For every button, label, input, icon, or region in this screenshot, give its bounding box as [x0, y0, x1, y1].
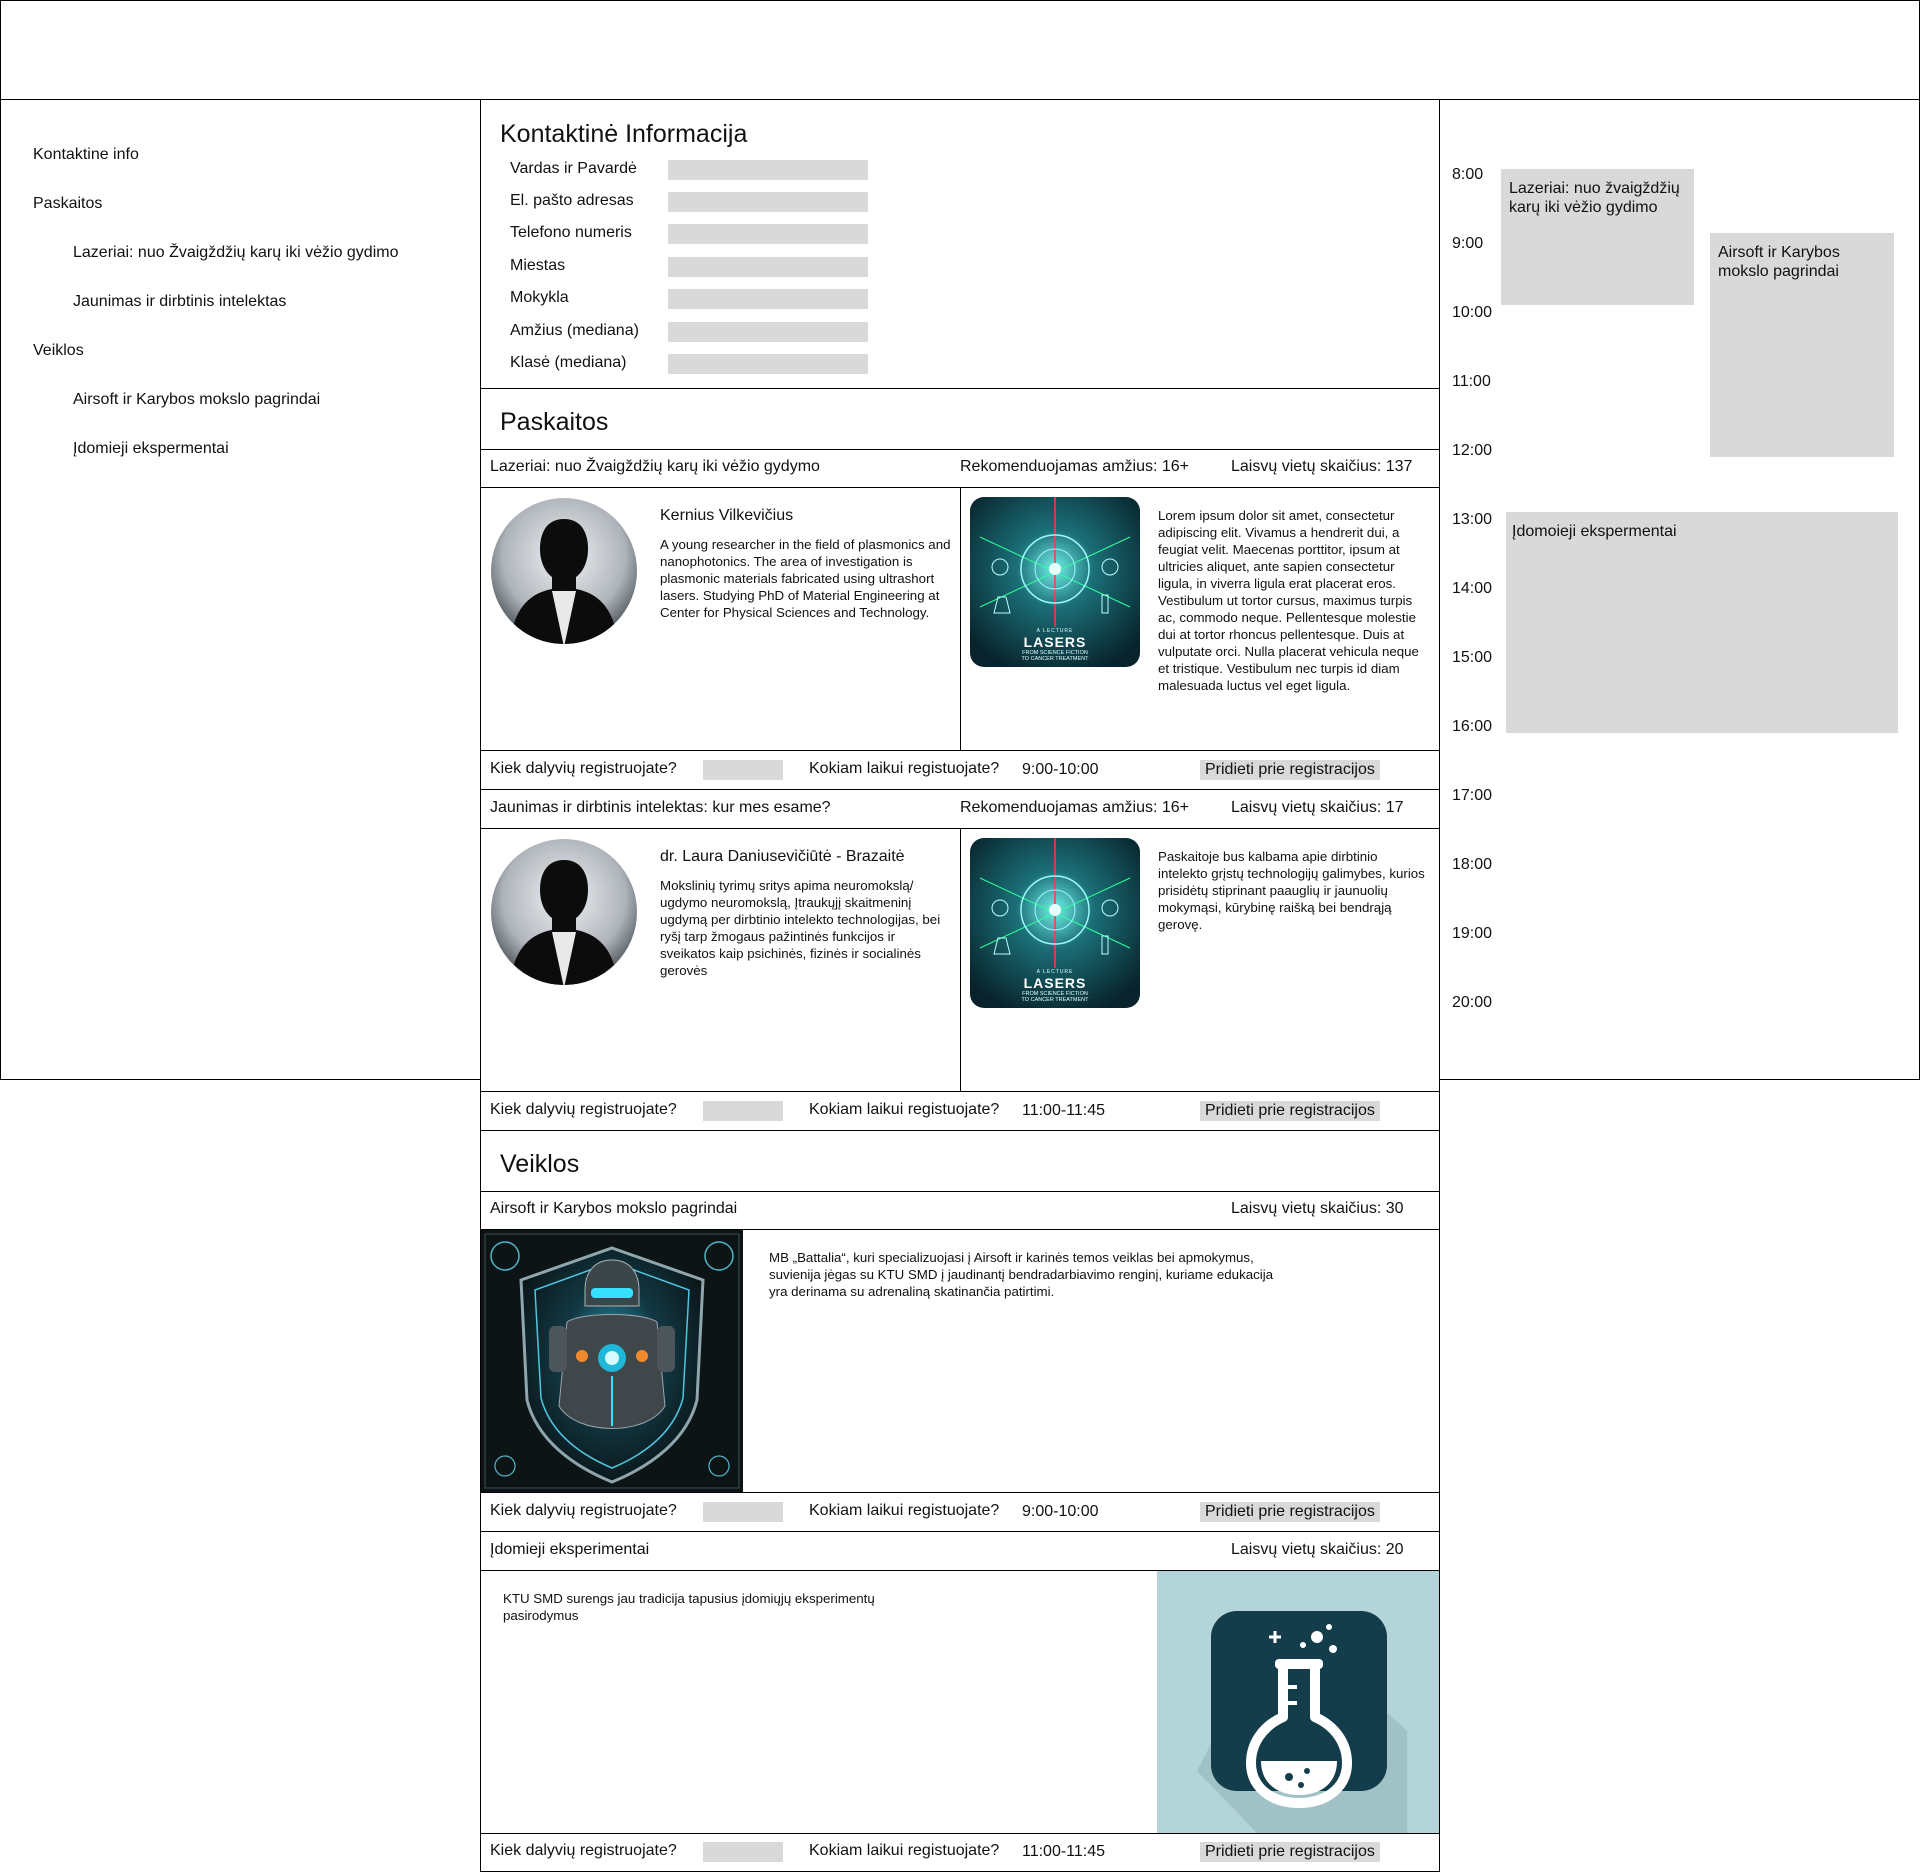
activity1-title: Airsoft ir Karybos mokslo pagrindai	[490, 1200, 738, 1217]
activity2-seats: Laisvų vietų skaičius: 20	[1231, 1541, 1404, 1558]
schedule-time-label: 19:00	[1452, 925, 1493, 942]
lecture1-poster-title: LASERS	[1023, 634, 1087, 650]
email-input[interactable]	[668, 192, 868, 212]
age-input[interactable]	[668, 322, 868, 342]
lecture1-time-label: Kokiam laikui registuojate?	[809, 760, 1000, 777]
label-age: Amžius (mediana)	[510, 322, 639, 339]
lecture2-poster-sub: FROM SCIENCE FICTION TO CANCER TREATMENT	[1021, 991, 1089, 1003]
label-phone: Telefono numeris	[510, 224, 632, 241]
activity1-seats: Laisvų vietų skaičius: 30	[1231, 1200, 1404, 1217]
activity2-time-value[interactable]: 11:00-11:45	[1022, 1843, 1105, 1861]
school-input[interactable]	[668, 289, 868, 309]
sidebar-item-kontaktine-info[interactable]: Kontaktine info	[33, 146, 139, 164]
schedule-time-label: 14:00	[1452, 580, 1493, 597]
lecture1-seats: Laisvų vietų skaičius: 137	[1231, 458, 1413, 475]
activity2-time-label: Kokiam laikui registuojate?	[809, 1842, 1000, 1859]
label-school: Mokykla	[510, 289, 569, 306]
top-header	[0, 0, 1920, 100]
activity2-count-input[interactable]	[703, 1842, 783, 1862]
activity2-count-label: Kiek dalyvių registruojate?	[490, 1842, 677, 1859]
lecture2-poster-title: LASERS	[1023, 975, 1087, 991]
schedule-time-label: 16:00	[1452, 718, 1493, 735]
activity1-count-label: Kiek dalyvių registruojate?	[490, 1502, 677, 1519]
avatar	[491, 839, 637, 985]
schedule-event-lazeriai[interactable]: Lazeriai: nuo žvaigždžių karų iki vėžio …	[1501, 169, 1694, 305]
activity1-count-input[interactable]	[703, 1502, 783, 1522]
activity1-time-label: Kokiam laikui registuojate?	[809, 1502, 1000, 1519]
label-class: Klasė (mediana)	[510, 354, 627, 371]
sidebar-item-lazeriai[interactable]: Lazeriai: nuo Žvaigždžių karų iki vėžio …	[73, 244, 398, 262]
lecture1-time-value[interactable]: 9:00-10:00	[1022, 761, 1099, 779]
lectures-title-box	[480, 388, 1440, 450]
schedule-time-label: 15:00	[1452, 649, 1493, 666]
lecture2-speaker-name: dr. Laura Daniusevičiūtė - Brazaitė	[660, 848, 905, 865]
sidebar-item-airsoft[interactable]: Airsoft ir Karybos mokslo pagrindai	[73, 391, 320, 409]
lecture1-speaker-name: Kernius Vilkevičius	[660, 507, 794, 524]
activity2-add-button[interactable]: Pridieti prie registracijos	[1200, 1842, 1380, 1862]
activities-title: Veiklos	[500, 1150, 580, 1178]
class-input[interactable]	[668, 354, 868, 374]
sidebar-item-veiklos[interactable]: Veiklos	[33, 342, 84, 360]
lecture1-count-input[interactable]	[703, 760, 783, 780]
lecture2-age: Rekomenduojamas amžius: 16+	[960, 799, 1190, 816]
sidebar-item-paskaitos[interactable]: Paskaitos	[33, 195, 102, 213]
activity2-title: Įdomieji eksperimentai	[490, 1541, 650, 1558]
lecture1-poster-sub: FROM SCIENCE FICTION TO CANCER TREATMENT	[1021, 650, 1089, 662]
lecture1-poster: A LECTURE LASERS FROM SCIENCE FICTION TO…	[970, 497, 1140, 667]
schedule-time-label: 20:00	[1452, 994, 1493, 1011]
name-input[interactable]	[668, 160, 868, 180]
activity1-time-value[interactable]: 9:00-10:00	[1022, 1503, 1099, 1521]
lecture2-seats: Laisvų vietų skaičius: 17	[1231, 799, 1404, 816]
lecture1-speaker-bio: A young researcher in the field of plasm…	[660, 537, 951, 620]
armor-shield-image	[481, 1230, 743, 1492]
schedule-time-label: 17:00	[1452, 787, 1493, 804]
schedule-time-label: 8:00	[1452, 166, 1484, 183]
lecture1-add-button[interactable]: Pridieti prie registracijos	[1200, 760, 1380, 780]
schedule-time-label: 10:00	[1452, 304, 1493, 321]
lecture2-count-label: Kiek dalyvių registruojate?	[490, 1101, 677, 1118]
lecture1-title: Lazeriai: nuo Žvaigždžių karų iki vėžio …	[490, 458, 820, 475]
lecture2-description: Paskaitoje bus kalbama apie dirbtinio in…	[1158, 849, 1425, 932]
lecture1-description: Lorem ipsum dolor sit amet, consectetur …	[1158, 508, 1419, 693]
lecture2-add-button[interactable]: Pridieti prie registracijos	[1200, 1101, 1380, 1121]
schedule-time-label: 12:00	[1452, 442, 1493, 459]
label-city: Miestas	[510, 257, 566, 274]
schedule-event-airsoft[interactable]: Airsoft ir Karybos mokslo pagrindai	[1710, 233, 1894, 457]
city-input[interactable]	[668, 257, 868, 277]
label-name: Vardas ir Pavardė	[510, 160, 637, 177]
sidebar-item-eksperimentai[interactable]: Įdomieji ekspermentai	[73, 440, 229, 458]
schedule-event-eksperimentai[interactable]: Įdomoieji ekspermentai	[1506, 512, 1898, 733]
schedule-time-label: 13:00	[1452, 511, 1493, 528]
lecture2-time-value[interactable]: 11:00-11:45	[1022, 1102, 1105, 1120]
schedule-time-label: 11:00	[1452, 373, 1491, 390]
lecture1-count-label: Kiek dalyvių registruojate?	[490, 760, 677, 777]
activity2-description: KTU SMD surengs jau tradicija tapusius į…	[503, 1591, 875, 1623]
activities-title-box	[480, 1130, 1440, 1192]
lecture1-age: Rekomenduojamas amžius: 16+	[960, 458, 1190, 475]
phone-input[interactable]	[668, 224, 868, 244]
lecture2-title: Jaunimas ir dirbtinis intelektas: kur me…	[490, 799, 831, 816]
lectures-title: Paskaitos	[500, 408, 609, 436]
sidebar-item-jaunimas[interactable]: Jaunimas ir dirbtinis intelektas	[73, 293, 286, 311]
schedule-time-label: 9:00	[1452, 235, 1484, 252]
flask-icon	[1157, 1571, 1439, 1833]
lecture2-poster: A LECTURE LASERS FROM SCIENCE FICTION TO…	[970, 838, 1140, 1008]
activity1-description: MB „Battalia“, kuri specializuojasi į Ai…	[769, 1250, 1274, 1299]
avatar	[491, 498, 637, 644]
lecture2-speaker-bio: Mokslinių tyrimų sritys apima neuromoksl…	[660, 878, 941, 978]
schedule-time-label: 18:00	[1452, 856, 1493, 873]
lecture2-count-input[interactable]	[703, 1101, 783, 1121]
contact-title: Kontaktinė Informacija	[500, 120, 748, 148]
label-email: El. pašto adresas	[510, 192, 634, 209]
lecture2-time-label: Kokiam laikui registuojate?	[809, 1101, 1000, 1118]
activity1-add-button[interactable]: Pridieti prie registracijos	[1200, 1502, 1380, 1522]
